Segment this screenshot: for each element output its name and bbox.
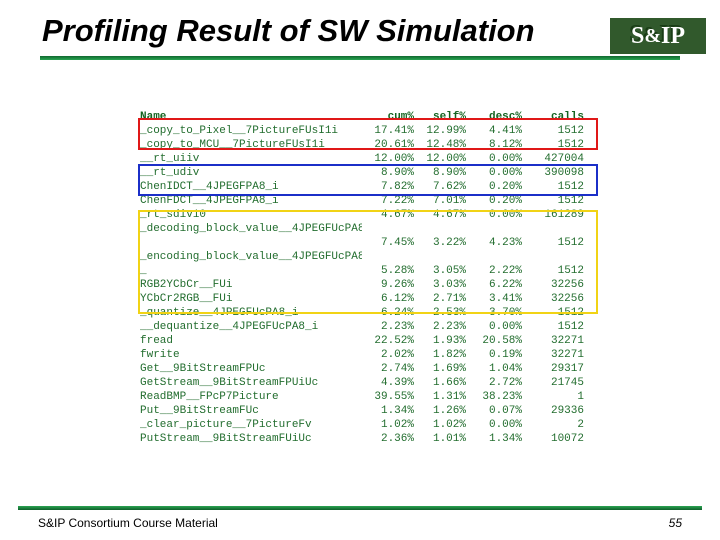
cell-calls: 1 bbox=[522, 390, 584, 404]
cell-self: 1.66% bbox=[414, 376, 466, 390]
cell-desc: 0.19% bbox=[466, 348, 522, 362]
cell-self: 1.93% bbox=[414, 334, 466, 348]
cell-desc: 38.23% bbox=[466, 390, 522, 404]
cell-cum: 4.39% bbox=[362, 376, 414, 390]
cell-calls: 10072 bbox=[522, 432, 584, 446]
cell-cum: 2.74% bbox=[362, 362, 414, 376]
cell-self: 1.82% bbox=[414, 348, 466, 362]
cell-cum: 2.02% bbox=[362, 348, 414, 362]
cell-calls: 1512 bbox=[522, 320, 584, 334]
profiler-row: Get__9BitStreamFPUc2.74%1.69%1.04%29317 bbox=[140, 362, 600, 376]
slide: Profiling Result of SW Simulation S&IP N… bbox=[0, 0, 720, 540]
cell-cum: 2.23% bbox=[362, 320, 414, 334]
brand-logo: S&IP bbox=[610, 18, 706, 54]
cell-calls: 32271 bbox=[522, 348, 584, 362]
cell-self: 1.26% bbox=[414, 404, 466, 418]
cell-desc: 0.20% bbox=[466, 194, 522, 208]
title-underline bbox=[40, 56, 680, 60]
cell-self: 2.23% bbox=[414, 320, 466, 334]
cell-name: Get__9BitStreamFPUc bbox=[140, 362, 362, 376]
cell-name: __dequantize__4JPEGFUcPA8_i bbox=[140, 320, 362, 334]
highlight-box-yellow bbox=[138, 210, 598, 314]
profiler-row: Put__9BitStreamFUc1.34%1.26%0.07%29336 bbox=[140, 404, 600, 418]
profiler-row: _clear_picture__7PictureFv1.02%1.02%0.00… bbox=[140, 418, 600, 432]
cell-desc: 0.07% bbox=[466, 404, 522, 418]
cell-cum: 1.02% bbox=[362, 418, 414, 432]
profiler-row: GetStream__9BitStreamFPUiUc4.39%1.66%2.7… bbox=[140, 376, 600, 390]
logo-text-ip: IP bbox=[661, 23, 685, 50]
cell-name: PutStream__9BitStreamFUiUc bbox=[140, 432, 362, 446]
cell-calls: 29336 bbox=[522, 404, 584, 418]
cell-calls: 1512 bbox=[522, 194, 584, 208]
footer-divider bbox=[18, 506, 702, 510]
cell-cum: 2.36% bbox=[362, 432, 414, 446]
cell-name: Put__9BitStreamFUc bbox=[140, 404, 362, 418]
cell-cum: 39.55% bbox=[362, 390, 414, 404]
cell-name: fwrite bbox=[140, 348, 362, 362]
cell-desc: 2.72% bbox=[466, 376, 522, 390]
page-number: 55 bbox=[669, 516, 682, 530]
cell-calls: 29317 bbox=[522, 362, 584, 376]
cell-desc: 1.04% bbox=[466, 362, 522, 376]
cell-desc: 1.34% bbox=[466, 432, 522, 446]
highlight-box-red bbox=[138, 118, 598, 150]
cell-cum: 7.22% bbox=[362, 194, 414, 208]
cell-desc: 0.00% bbox=[466, 418, 522, 432]
cell-name: ChenFDCT__4JPEGFPA8_i bbox=[140, 194, 362, 208]
highlight-box-blue bbox=[138, 164, 598, 196]
cell-self: 1.01% bbox=[414, 432, 466, 446]
cell-name: fread bbox=[140, 334, 362, 348]
cell-calls: 2 bbox=[522, 418, 584, 432]
cell-name: _clear_picture__7PictureFv bbox=[140, 418, 362, 432]
cell-calls: 32271 bbox=[522, 334, 584, 348]
profiler-row: fread22.52%1.93%20.58%32271 bbox=[140, 334, 600, 348]
logo-text-s: S bbox=[631, 23, 644, 50]
cell-name: GetStream__9BitStreamFPUiUc bbox=[140, 376, 362, 390]
cell-self: 1.69% bbox=[414, 362, 466, 376]
cell-self: 1.02% bbox=[414, 418, 466, 432]
profiler-row: ReadBMP__FPcP7Picture39.55%1.31%38.23%1 bbox=[140, 390, 600, 404]
cell-self: 1.31% bbox=[414, 390, 466, 404]
cell-desc: 0.00% bbox=[466, 320, 522, 334]
slide-title: Profiling Result of SW Simulation bbox=[42, 13, 535, 49]
profiler-row: PutStream__9BitStreamFUiUc2.36%1.01%1.34… bbox=[140, 432, 600, 446]
cell-calls: 21745 bbox=[522, 376, 584, 390]
cell-self: 7.01% bbox=[414, 194, 466, 208]
cell-cum: 22.52% bbox=[362, 334, 414, 348]
footer-source: S&IP Consortium Course Material bbox=[38, 516, 218, 530]
logo-text-amp: & bbox=[644, 25, 661, 48]
cell-cum: 1.34% bbox=[362, 404, 414, 418]
profiler-row: __dequantize__4JPEGFUcPA8_i2.23%2.23%0.0… bbox=[140, 320, 600, 334]
profiler-row: ChenFDCT__4JPEGFPA8_i7.22%7.01%0.20%1512 bbox=[140, 194, 600, 208]
cell-desc: 20.58% bbox=[466, 334, 522, 348]
profiler-row: fwrite2.02%1.82%0.19%32271 bbox=[140, 348, 600, 362]
cell-name: ReadBMP__FPcP7Picture bbox=[140, 390, 362, 404]
